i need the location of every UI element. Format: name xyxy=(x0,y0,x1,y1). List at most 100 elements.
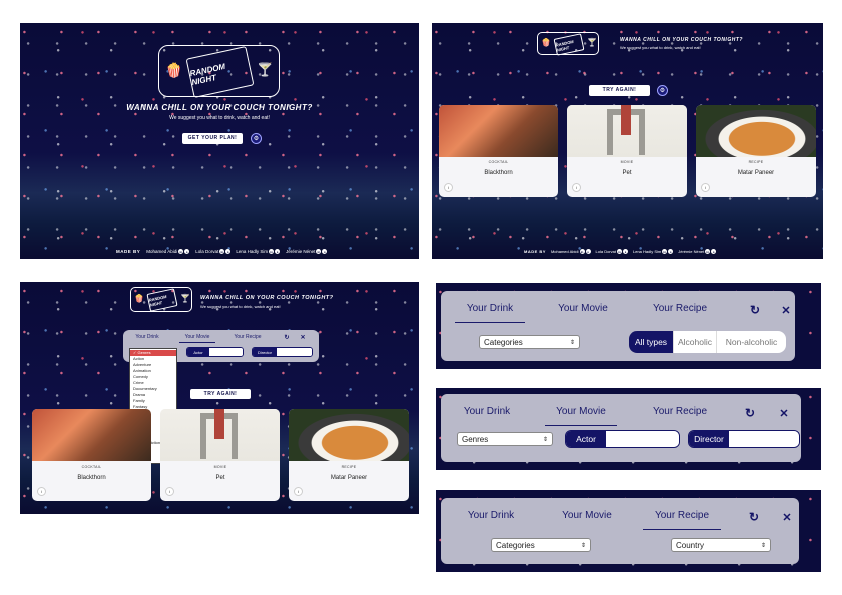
category-select-value: Categories xyxy=(496,540,535,550)
author: Jérémie Nénet in ● xyxy=(678,249,717,254)
category-select[interactable]: Categories ⇕ xyxy=(479,335,580,349)
refresh-icon[interactable]: ↻ xyxy=(748,303,762,317)
linkedin-icon[interactable]: in xyxy=(579,249,585,254)
author: Lola Dorvat in ● xyxy=(195,249,231,254)
app-logo: 🍿 RANDOM NIGHT 🍸 xyxy=(130,287,192,312)
card-title: Pet xyxy=(622,170,632,176)
tab-your-drink[interactable]: Your Drink xyxy=(129,334,165,340)
linkedin-icon[interactable]: in xyxy=(617,249,622,254)
linkedin-icon[interactable]: in xyxy=(705,249,711,254)
director-input[interactable] xyxy=(277,348,312,356)
github-icon[interactable]: ● xyxy=(275,249,281,254)
refresh-icon[interactable]: ↻ xyxy=(283,333,291,341)
info-icon[interactable]: i xyxy=(701,183,710,192)
close-icon[interactable]: ✕ xyxy=(779,303,793,317)
country-select-value: Country xyxy=(676,540,705,550)
alcoholic-option[interactable]: Alcoholic xyxy=(673,331,716,353)
subheadline: We suggest you what to drink, watch and … xyxy=(620,45,701,50)
tab-your-movie[interactable]: Your Movie xyxy=(545,406,617,426)
movie-card[interactable]: MOVIE Pet i xyxy=(160,409,280,501)
close-icon[interactable]: ✕ xyxy=(777,406,791,420)
tab-your-recipe[interactable]: Your Recipe xyxy=(643,510,721,530)
logo-text: RANDOM NIGHT xyxy=(553,33,585,56)
try-again-button[interactable]: TRY AGAIN! xyxy=(190,389,251,399)
actor-input[interactable] xyxy=(209,348,243,356)
tab-your-movie[interactable]: Your Movie xyxy=(179,334,215,343)
director-input[interactable] xyxy=(729,431,799,447)
author-name: Lola Dorvat xyxy=(595,249,616,254)
movie-poster-stripe xyxy=(214,409,224,439)
director-label: Director xyxy=(689,431,729,447)
tab-your-drink[interactable]: Your Drink xyxy=(451,406,523,417)
linkedin-icon[interactable]: in xyxy=(662,249,668,254)
director-field[interactable]: Director xyxy=(252,347,313,357)
github-icon[interactable]: ● xyxy=(225,249,231,254)
card-type: COCKTAIL xyxy=(488,160,509,164)
close-icon[interactable]: ✕ xyxy=(299,333,307,341)
filter-toggle-button[interactable]: ⚙ xyxy=(657,85,668,96)
tab-your-movie[interactable]: Your Movie xyxy=(545,303,621,314)
refresh-icon[interactable]: ↻ xyxy=(747,510,761,524)
linkedin-icon[interactable]: in xyxy=(178,249,184,254)
refresh-icon[interactable]: ↻ xyxy=(743,406,757,420)
drink-type-toggle[interactable]: All types Alcoholic Non-alcoholic xyxy=(629,331,786,353)
author: Lola Dorvat in ● xyxy=(596,249,628,254)
filter-panel: Your Drink Your Movie Your Recipe ↻ ✕ Ca… xyxy=(441,291,795,361)
close-icon[interactable]: ✕ xyxy=(780,510,794,524)
subheadline: We suggest you what to drink, watch and … xyxy=(200,304,281,309)
info-icon[interactable]: i xyxy=(37,487,46,496)
recipe-card[interactable]: RECIPE Matar Paneer i xyxy=(289,409,409,501)
non-alcoholic-option[interactable]: Non-alcoholic xyxy=(716,331,786,353)
author-name: Lena Hadly Sim xyxy=(633,249,662,254)
github-icon[interactable]: ● xyxy=(668,249,674,254)
github-icon[interactable]: ● xyxy=(585,249,591,254)
category-select[interactable]: Categories ⇕ xyxy=(491,538,591,552)
card-type: RECIPE xyxy=(748,160,764,164)
actor-input[interactable] xyxy=(606,431,679,447)
results-screenshot: 🍿 RANDOM NIGHT 🍸 WANNA CHILL ON YOUR COU… xyxy=(432,23,823,259)
tab-your-drink[interactable]: Your Drink xyxy=(455,303,525,323)
github-icon[interactable]: ● xyxy=(322,249,328,254)
tab-your-movie[interactable]: Your Movie xyxy=(549,510,625,521)
filter-toggle-button[interactable]: ⚙ xyxy=(251,133,262,144)
director-field[interactable]: Director xyxy=(688,430,800,448)
github-icon[interactable]: ● xyxy=(711,249,717,254)
all-types-option[interactable]: All types xyxy=(629,331,673,353)
logo-text: RANDOM NIGHT xyxy=(146,288,178,312)
github-icon[interactable]: ● xyxy=(623,249,628,254)
cocktail-card[interactable]: COCKTAIL Blackthorn i xyxy=(32,409,151,501)
actor-field[interactable]: Actor xyxy=(186,347,244,357)
card-type: MOVIE xyxy=(213,465,227,469)
card-type: RECIPE xyxy=(341,465,357,469)
tab-your-recipe[interactable]: Your Recipe xyxy=(229,334,267,340)
tab-your-recipe[interactable]: Your Recipe xyxy=(641,303,719,314)
info-icon[interactable]: i xyxy=(165,487,174,496)
recipe-card[interactable]: RECIPE Matar Paneer i xyxy=(696,105,816,197)
linkedin-icon[interactable]: in xyxy=(219,249,225,254)
info-icon[interactable]: i xyxy=(572,183,581,192)
actor-field[interactable]: Actor xyxy=(565,430,680,448)
country-select[interactable]: Country ⇕ xyxy=(671,538,771,552)
movie-card[interactable]: MOVIE Pet i xyxy=(567,105,687,197)
linkedin-icon[interactable]: in xyxy=(316,249,322,254)
category-select-value: Categories xyxy=(484,337,523,347)
genre-select[interactable]: Genres ⇕ xyxy=(457,432,553,446)
author-name: Mohamed Abidi xyxy=(550,249,579,254)
tab-your-recipe[interactable]: Your Recipe xyxy=(641,406,719,417)
popcorn-icon: 🍿 xyxy=(541,38,551,47)
tab-your-drink[interactable]: Your Drink xyxy=(455,510,527,521)
info-icon[interactable]: i xyxy=(444,183,453,192)
get-your-plan-button[interactable]: GET YOUR PLAN! xyxy=(182,133,243,144)
cocktail-icon: 🍸 xyxy=(180,294,190,303)
info-icon[interactable]: i xyxy=(294,487,303,496)
linkedin-icon[interactable]: in xyxy=(269,249,275,254)
cocktail-card[interactable]: COCKTAIL Blackthorn i xyxy=(439,105,558,197)
filter-panel: Your Drink Your Movie Your Recipe ↻ ✕ Ge… xyxy=(441,394,801,462)
try-again-button[interactable]: TRY AGAIN! xyxy=(589,85,650,96)
popcorn-icon: 🍿 xyxy=(134,294,144,303)
author-name: Jérémie Nénet xyxy=(286,249,316,254)
github-icon[interactable]: ● xyxy=(184,249,190,254)
movie-image xyxy=(160,409,280,461)
card-title: Blackthorn xyxy=(484,170,513,176)
movie-image xyxy=(567,105,687,157)
